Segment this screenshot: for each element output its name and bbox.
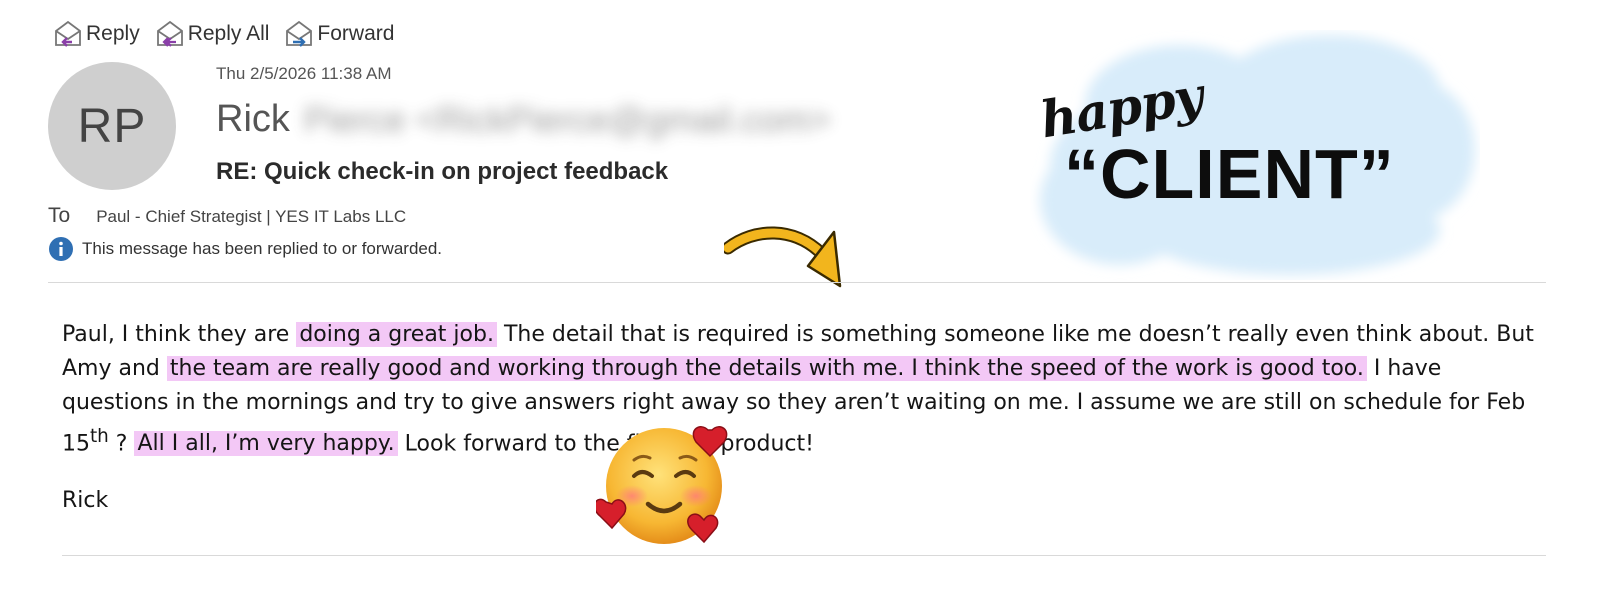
highlighted-text: the team are really good and working thr… (166, 356, 1367, 381)
reply-all-button[interactable]: Reply All (154, 18, 270, 50)
recipients-row: To Paul - Chief Strategist | YES IT Labs… (48, 204, 406, 228)
forward-icon (286, 20, 313, 47)
sticker-client-text: “CLIENT” (1064, 135, 1395, 213)
message-body: Paul, I think they are doing a great job… (62, 318, 1552, 461)
reply-label: Reply (86, 22, 140, 45)
highlighted-text: All I all, I’m very happy. (134, 431, 398, 457)
header-divider (48, 282, 1546, 283)
signature: Rick (62, 488, 109, 513)
reply-all-icon (156, 20, 183, 47)
forward-button[interactable]: Forward (283, 18, 394, 50)
info-icon (49, 237, 73, 261)
recipient[interactable]: Paul - Chief Strategist | YES IT Labs LL… (96, 207, 406, 227)
smiling-face-with-hearts-emoji (596, 426, 728, 544)
sender-first-name: Rick (216, 98, 290, 140)
reply-icon (55, 20, 81, 47)
forward-label: Forward (317, 22, 395, 45)
reply-button[interactable]: Reply (52, 18, 140, 50)
info-bar: This message has been replied to or forw… (48, 236, 442, 262)
highlighted-text: doing a great job. (296, 322, 497, 347)
superscript: th (90, 426, 109, 447)
message-subject: RE: Quick check-in on project feedback (216, 158, 669, 185)
to-label: To (48, 204, 71, 227)
reply-all-label: Reply All (187, 22, 270, 45)
body-text: Paul, I think they are (62, 322, 297, 347)
footer-divider (62, 555, 1546, 556)
sender-avatar[interactable]: RP (48, 62, 176, 190)
message-date: Thu 2/5/2026 11:38 AM (216, 64, 392, 83)
sender-redacted: Pierce <RickPierce@gmail.com> (303, 98, 831, 140)
message-toolbar: Reply Reply All Forward (52, 18, 394, 50)
sender[interactable]: Rick Pierce <RickPierce@gmail.com> (216, 98, 831, 141)
info-message: This message has been replied to or forw… (82, 239, 443, 258)
body-text: ? (108, 431, 135, 457)
